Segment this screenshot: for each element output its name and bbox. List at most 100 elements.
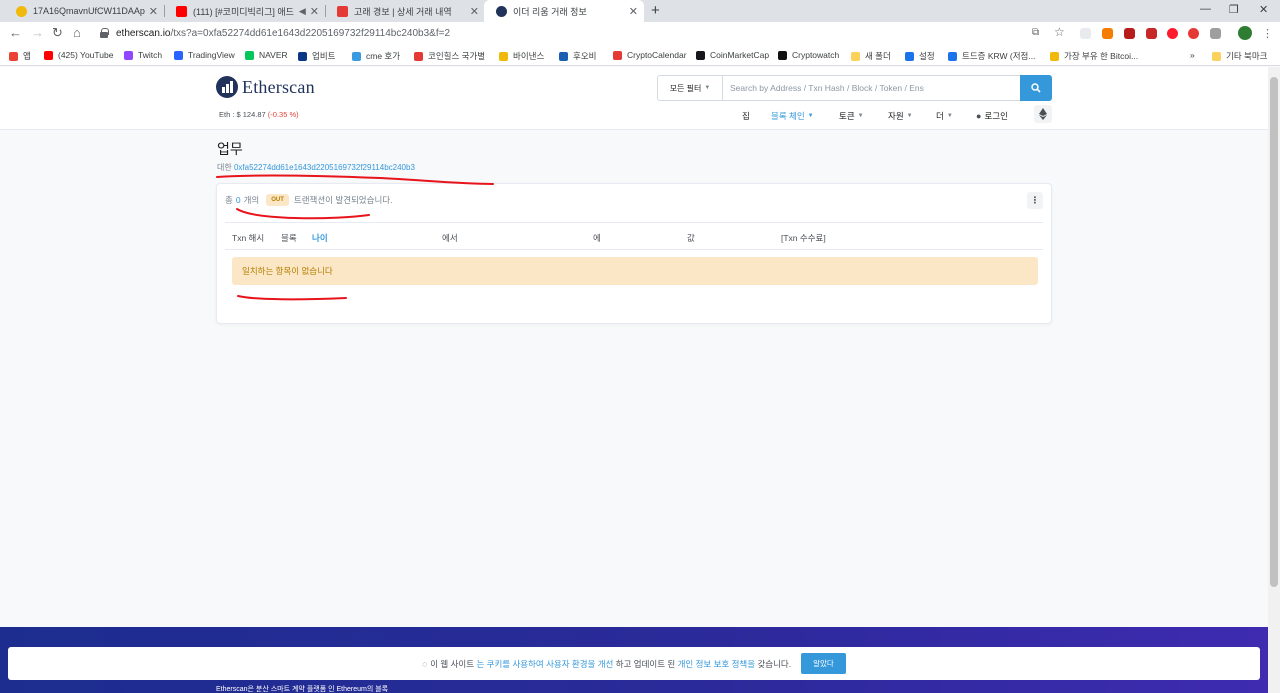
filter-dropdown[interactable]: 모든 필터 ▼ xyxy=(658,76,723,100)
bookmark-item[interactable]: 코인힐스 국가별 xyxy=(414,50,485,62)
more-bookmarks-icon[interactable]: » xyxy=(1190,50,1195,60)
column-age[interactable]: 나이 xyxy=(312,232,328,244)
bookmark-item[interactable]: 설정 xyxy=(905,50,935,62)
bookmark-item[interactable]: TradingView xyxy=(174,50,235,60)
column-txn-fee[interactable]: [Txn 수수료] xyxy=(781,232,826,244)
bookmark-item[interactable]: 앱 xyxy=(9,50,31,62)
more-options-button[interactable]: ⋮ xyxy=(1027,192,1043,209)
bookmark-item[interactable]: 업비트 xyxy=(298,50,335,62)
search-button[interactable] xyxy=(1020,75,1052,101)
nav-label: 로그인 xyxy=(984,111,1008,121)
home-icon[interactable]: ⌂ xyxy=(73,25,81,40)
bookmark-favicon-icon xyxy=(905,51,914,61)
bookmark-star-icon[interactable]: ☆ xyxy=(1054,25,1065,39)
chevron-down-icon: ▼ xyxy=(906,113,913,119)
browser-tab[interactable]: 17A16QmavnUfCW11DAApUxp ✕ xyxy=(4,0,164,22)
address-bar[interactable]: etherscan.io/txs?a=0xfa52274dd61e1643d22… xyxy=(116,28,450,39)
eth-price-change: (-0.35 %) xyxy=(267,110,299,119)
browser-tab[interactable]: (111) [#코미디빅리그] 애드 ◀ ✕ xyxy=(164,0,325,22)
bookmark-item[interactable]: 기타 북마크 xyxy=(1212,50,1267,62)
bitcoin-favicon-icon xyxy=(16,5,27,17)
bookmark-item[interactable]: 가장 부유 한 Bitcoi... xyxy=(1050,50,1138,62)
bookmark-favicon-icon xyxy=(124,50,133,60)
bookmark-item[interactable]: Twitch xyxy=(124,50,162,60)
close-icon[interactable]: ✕ xyxy=(149,5,158,18)
menu-kebab-icon[interactable]: ⋮ xyxy=(1262,27,1273,40)
column-txn-hash: Txn 해시 xyxy=(232,233,265,243)
page-scrollbar[interactable] xyxy=(1268,67,1280,693)
nav-tokens[interactable]: 토큰 ▼ xyxy=(839,110,864,122)
browser-tab-active[interactable]: 이더 리움 거래 정보 ✕ xyxy=(484,0,644,22)
network-switch-button[interactable] xyxy=(1034,105,1052,123)
nav-login[interactable]: ● 로그인 xyxy=(976,110,1008,122)
extension-icon[interactable] xyxy=(1210,28,1221,39)
column-to: 에 xyxy=(593,233,601,243)
new-tab-icon[interactable]: + xyxy=(651,2,660,19)
bookmark-item[interactable]: (425) YouTube xyxy=(44,50,113,60)
bookmark-item[interactable]: 후오비 xyxy=(559,50,596,62)
bookmark-favicon-icon xyxy=(414,51,423,61)
minimize-icon[interactable]: — xyxy=(1200,3,1211,15)
extension-icon[interactable] xyxy=(1146,28,1157,39)
nav-blockchain[interactable]: 블록 체인 ▼ xyxy=(771,110,814,122)
cookie-accept-button[interactable]: 알았다 xyxy=(801,653,846,674)
search-input[interactable] xyxy=(723,76,1020,100)
bookmark-item[interactable]: CryptoCalendar xyxy=(613,50,687,60)
speaker-icon[interactable]: ◀ xyxy=(299,6,306,17)
bookmark-item[interactable]: 새 폴더 xyxy=(851,50,891,62)
nav-more[interactable]: 더 ▼ xyxy=(936,110,953,122)
bookmark-label: (425) YouTube xyxy=(58,50,114,60)
cookie-text: 이 웹 사이트 xyxy=(430,658,475,669)
translate-icon[interactable]: ⧉ xyxy=(1032,27,1039,38)
lock-icon[interactable] xyxy=(100,28,109,38)
cookie-link[interactable]: 는 쿠키를 사용하여 사용자 환경을 개선 xyxy=(476,658,613,670)
bookmark-item[interactable]: CoinMarketCap xyxy=(696,50,769,60)
bookmark-favicon-icon xyxy=(559,51,568,61)
tab-title: (111) [#코미디빅리그] 애드 xyxy=(193,6,294,17)
browser-tab[interactable]: 고래 경보 | 상세 거래 내역 ✕ xyxy=(325,0,485,22)
site-header: Etherscan Eth : $ 124.87 (-0.35 %) 모든 필터… xyxy=(0,67,1268,130)
bookmark-favicon-icon xyxy=(298,51,307,61)
bookmark-label: 코인힐스 국가별 xyxy=(428,51,486,61)
opera-extension-icon[interactable] xyxy=(1167,28,1178,39)
back-icon[interactable]: ← xyxy=(9,25,22,40)
scrollbar-thumb[interactable] xyxy=(1270,77,1278,587)
reload-icon[interactable]: ↻ xyxy=(52,25,63,41)
chevron-down-icon: ▼ xyxy=(857,113,864,119)
bookmark-label: 후오비 xyxy=(573,51,597,61)
close-icon[interactable]: ✕ xyxy=(470,5,479,18)
close-icon[interactable]: ✕ xyxy=(629,5,638,18)
bookmarks-bar: 앱 (425) YouTube Twitch TradingView NAVER 업비트 c… xyxy=(0,46,1280,66)
bookmark-item[interactable]: 트드증 KRW (저점... xyxy=(948,50,1035,62)
bookmark-favicon-icon xyxy=(499,51,508,61)
close-window-icon[interactable]: ✕ xyxy=(1259,3,1268,16)
extension-icon[interactable] xyxy=(1102,28,1113,39)
bookmark-label: 기타 북마크 xyxy=(1226,51,1268,61)
etherscan-logo[interactable]: Etherscan xyxy=(216,76,315,98)
restore-icon[interactable]: ❐ xyxy=(1229,3,1239,16)
cookie-text: 하고 업데이트 된 xyxy=(615,658,676,669)
nav-label: 더 xyxy=(936,111,944,121)
bookmark-favicon-icon xyxy=(696,50,705,60)
forward-icon[interactable]: → xyxy=(31,25,44,40)
bookmark-item[interactable]: NAVER xyxy=(245,50,288,60)
column-block: 블록 xyxy=(281,233,297,243)
bookmark-label: 앱 xyxy=(23,51,31,61)
address-link[interactable]: 0xfa52274dd61e1643d2205169732f29114bc240… xyxy=(234,163,415,172)
bookmark-item[interactable]: cme 호가 xyxy=(352,50,400,62)
nav-home[interactable]: 집 xyxy=(742,110,750,122)
address-line: 대한 0xfa52274dd61e1643d2205169732f29114bc… xyxy=(217,162,415,173)
no-results-message: 일치하는 항목이 없습니다 xyxy=(242,266,333,276)
privacy-policy-link[interactable]: 개인 정보 보호 정책을 xyxy=(678,658,755,670)
adblock-extension-icon[interactable] xyxy=(1188,28,1199,39)
transaction-count: 총 0 개의 OUT 트랜잭션이 발견되었습니다. xyxy=(225,194,392,206)
extension-icon[interactable] xyxy=(1080,28,1091,39)
nav-resources[interactable]: 자원 ▼ xyxy=(888,110,913,122)
profile-avatar[interactable] xyxy=(1238,26,1252,40)
bookmark-item[interactable]: 바이낸스 xyxy=(499,50,544,62)
bookmark-label: 설정 xyxy=(919,51,935,61)
bookmark-favicon-icon xyxy=(851,51,860,61)
extension-icon[interactable] xyxy=(1124,28,1135,39)
bookmark-item[interactable]: Cryptowatch xyxy=(778,50,839,60)
close-icon[interactable]: ✕ xyxy=(310,5,319,18)
